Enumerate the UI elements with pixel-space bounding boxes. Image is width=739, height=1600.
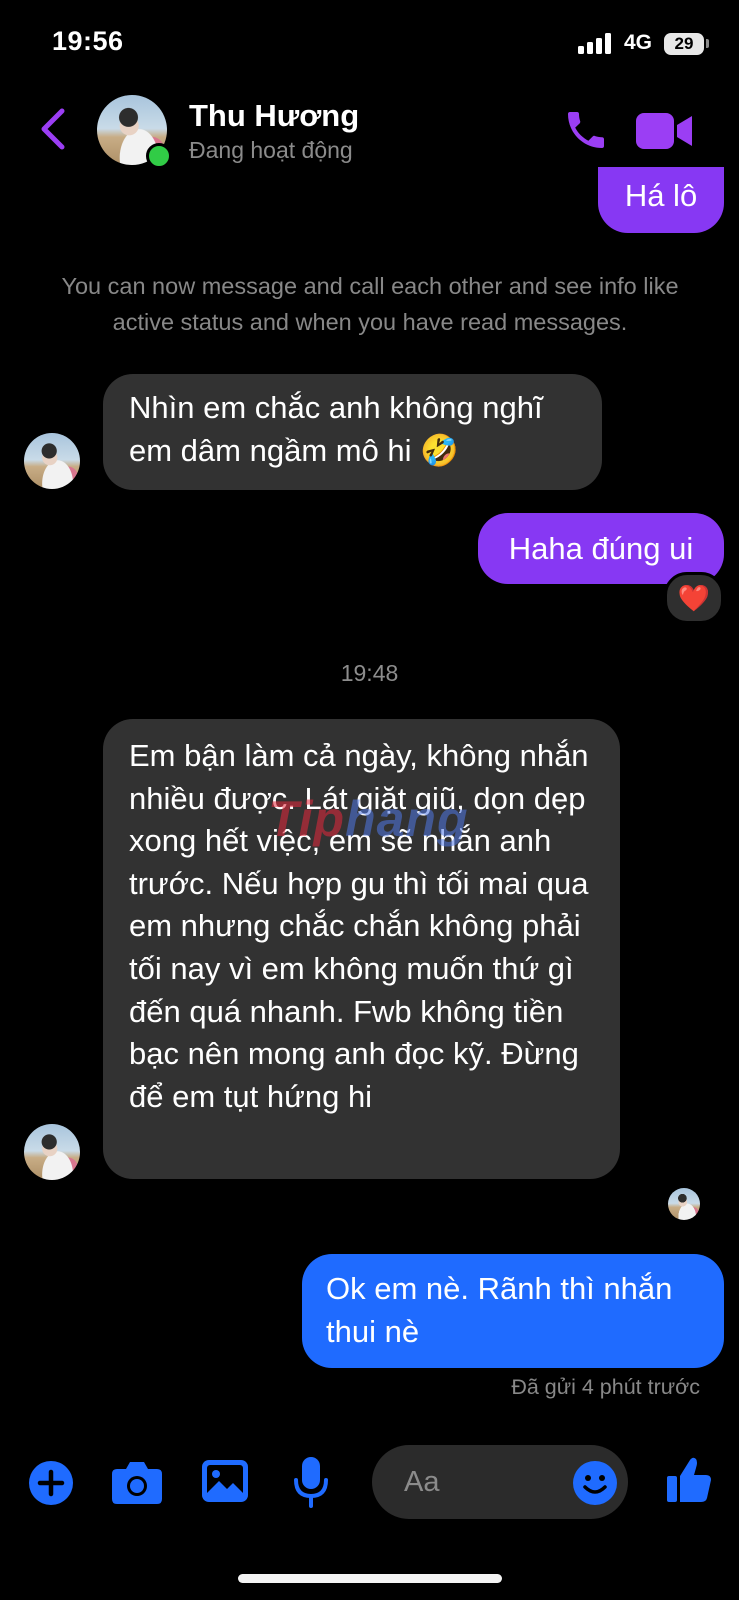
home-indicator[interactable] (238, 1574, 502, 1583)
battery-cap (706, 39, 709, 48)
back-chevron-icon[interactable] (34, 107, 74, 151)
contact-name[interactable]: Thu Hương (189, 98, 359, 134)
thumbs-up-icon[interactable] (666, 1456, 712, 1504)
seen-receipt-avatar (668, 1188, 700, 1220)
smiley-icon[interactable] (572, 1460, 618, 1506)
contact-status: Đang hoạt động (189, 137, 353, 163)
sender-avatar[interactable] (24, 1124, 80, 1180)
heart-reaction[interactable]: ❤️ (664, 572, 724, 624)
sender-avatar[interactable] (24, 433, 80, 489)
sent-status: Đã gửi 4 phút trước (511, 1375, 700, 1399)
outgoing-message[interactable]: Ok em nè. Rãnh thì nhắn thui nè (302, 1254, 724, 1368)
incoming-message[interactable]: Em bận làm cả ngày, không nhắn nhiều đượ… (103, 719, 620, 1179)
battery-icon: 29 (664, 33, 704, 55)
image-icon[interactable] (201, 1459, 249, 1503)
phone-icon[interactable] (562, 106, 610, 154)
online-indicator (146, 143, 172, 169)
signal-strength-icon (578, 32, 611, 54)
message-timestamp: 19:48 (340, 660, 399, 686)
message-text-field[interactable] (402, 1459, 566, 1505)
system-notice: You can now message and call each other … (61, 273, 679, 335)
outgoing-message-partial[interactable]: Há lô (598, 167, 724, 233)
camera-icon[interactable] (111, 1459, 163, 1505)
network-type: 4G (624, 31, 653, 54)
plus-circle-icon[interactable] (28, 1460, 74, 1506)
status-time: 19:56 (52, 26, 124, 56)
microphone-icon[interactable] (293, 1456, 329, 1508)
video-camera-icon[interactable] (636, 111, 692, 151)
incoming-message[interactable]: Nhìn em chắc anh không nghĩ em dâm ngầm … (103, 374, 602, 490)
